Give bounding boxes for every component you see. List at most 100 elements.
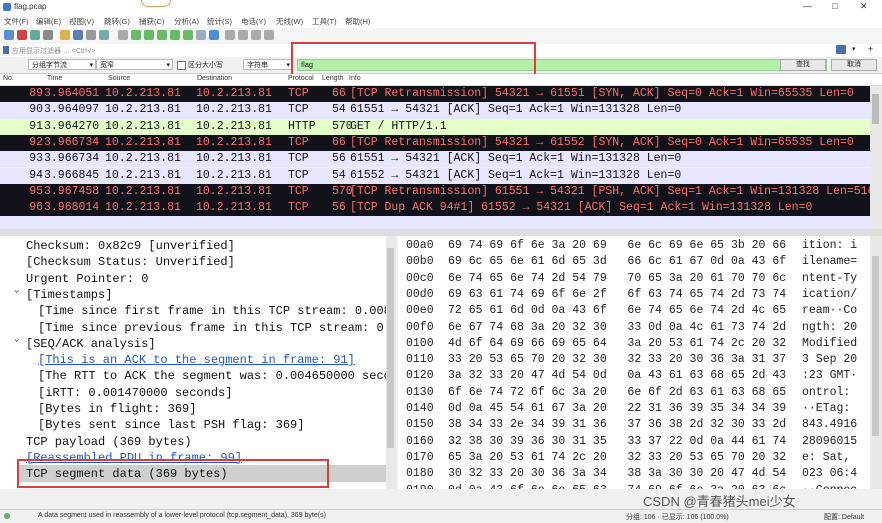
detail-line[interactable]: [SEQ/ACK analysis]	[26, 336, 156, 352]
close-icon[interactable]: ✕	[860, 1, 868, 12]
menu-statistics[interactable]: 统计(S)	[207, 16, 232, 27]
detail-line[interactable]: [Timestamps]	[26, 287, 112, 303]
find-packet-icon[interactable]	[118, 30, 128, 40]
last-packet-icon[interactable]	[183, 30, 193, 40]
bytes-row[interactable]: 0190 0d 0a 43 6f 6e 6e 65 63 74 69 6f 6e …	[398, 483, 882, 490]
column-time[interactable]: Time	[47, 75, 62, 82]
bytes-row[interactable]: 0160 32 38 30 39 36 30 31 35 33 37 22 0d …	[398, 434, 882, 450]
detail-line[interactable]: [Bytes in flight: 369]	[38, 401, 196, 417]
expand-arrow-icon[interactable]: ⌄	[14, 285, 19, 295]
menu-go[interactable]: 跳转(G)	[104, 16, 130, 27]
packet-row[interactable]: 90 3.964097 10.2.213.81 10.2.213.81 TCP 54 615…	[0, 102, 870, 119]
go-forward-icon[interactable]	[144, 30, 154, 40]
packet-row[interactable]: 96 3.968014 10.2.213.81 10.2.213.81 TCP 56 [TC…	[0, 200, 870, 217]
charset-select[interactable]: 宽窄 ▾	[96, 59, 173, 70]
search-type-select[interactable]: 字符串 ▾	[243, 59, 293, 70]
bytes-row[interactable]: 0170 65 3a 20 53 61 74 2c 20 32 33 20 53 …	[398, 450, 882, 466]
restart-capture-icon[interactable]	[30, 30, 40, 40]
bytes-row[interactable]: 00b0 69 6c 65 6e 61 6d 65 3d 66 6c 61 67 …	[398, 254, 882, 270]
detail-line[interactable]: [Time since previous frame in this TCP s…	[38, 320, 386, 336]
packet-list-scrollbar[interactable]	[870, 86, 882, 229]
menu-edit[interactable]: 编辑(E)	[36, 16, 61, 27]
options-icon[interactable]	[43, 30, 53, 40]
reload-icon[interactable]	[99, 30, 109, 40]
column-source[interactable]: Source	[108, 75, 130, 82]
bytes-row[interactable]: 0120 3a 32 33 20 47 4d 54 0d 0a 43 61 63 …	[398, 368, 882, 384]
packet-row[interactable]: 89 3.964051 10.2.213.81 10.2.213.81 TCP 66 [TC…	[0, 86, 870, 103]
profile-label[interactable]: 配置: Default	[824, 512, 864, 522]
scroll-thumb[interactable]	[387, 248, 394, 448]
close-file-icon[interactable]	[86, 30, 96, 40]
display-filter-input[interactable]: 应用显示过滤器 … <Ctrl-/>	[12, 46, 95, 56]
start-capture-icon[interactable]	[4, 30, 14, 40]
menu-telephony[interactable]: 电话(Y)	[241, 16, 266, 27]
packet-row[interactable]: 91 3.964270 10.2.213.81 10.2.213.81 HTTP 570 G…	[0, 118, 870, 135]
add-filter-button-icon[interactable]: +	[868, 44, 873, 54]
detail-line[interactable]: Urgent Pointer: 0	[26, 271, 148, 287]
column-protocol[interactable]: Protocol	[288, 75, 314, 82]
detail-line[interactable]: [This is an ACK to the segment in frame:…	[38, 352, 355, 368]
menu-file[interactable]: 文件(F)	[4, 16, 29, 27]
details-scrollbar[interactable]	[386, 236, 396, 489]
column-no[interactable]: No.	[3, 75, 14, 82]
minimize-icon[interactable]: —	[803, 1, 812, 11]
menu-wireless[interactable]: 无线(W)	[276, 16, 303, 27]
save-file-icon[interactable]	[73, 30, 83, 40]
filter-dropdown-icon[interactable]: ▾	[852, 45, 856, 53]
bytes-row[interactable]: 0110 33 20 53 65 70 20 32 30 32 33 20 30 …	[398, 352, 882, 368]
detail-line[interactable]: [Bytes sent since last PSH flag: 369]	[38, 417, 304, 433]
packet-row[interactable]: 92 3.966734 10.2.213.81 10.2.213.81 TCP 66 [TC…	[0, 134, 870, 152]
menu-help[interactable]: 帮助(H)	[345, 16, 370, 27]
bytes-row[interactable]: 00c0 6e 74 65 6e 74 2d 54 79 70 65 3a 20 …	[398, 271, 882, 287]
column-destination[interactable]: Destination	[197, 75, 232, 82]
detail-line[interactable]: [Time since first frame in this TCP stre…	[38, 303, 386, 319]
colorize-icon[interactable]	[209, 30, 219, 40]
packet-row[interactable]: 94 3.966845 10.2.213.81 10.2.213.81 TCP 54 615…	[0, 167, 870, 184]
go-to-packet-icon[interactable]	[157, 30, 167, 40]
menu-tools[interactable]: 工具(T)	[312, 16, 337, 27]
open-file-icon[interactable]	[60, 30, 70, 40]
bytes-row[interactable]: 0140 0d 0a 45 54 61 67 3a 20 22 31 36 39 …	[398, 401, 882, 417]
go-back-icon[interactable]	[131, 30, 141, 40]
packet-row[interactable]: 95 3.967458 10.2.213.81 10.2.213.81 TCP 570 [T…	[0, 183, 870, 201]
zoom-reset-icon[interactable]	[251, 30, 261, 40]
packet-row-partial[interactable]	[0, 216, 870, 229]
column-info[interactable]: Info	[349, 75, 361, 82]
detail-line[interactable]: [Checksum Status: Unverified]	[26, 254, 235, 270]
bytes-row[interactable]: 0100 4d 6f 64 69 66 69 65 64 3a 20 53 61 …	[398, 336, 882, 352]
zoom-in-icon[interactable]	[225, 30, 235, 40]
apply-filter-icon[interactable]	[836, 45, 846, 54]
bytes-row[interactable]: 00e0 72 65 61 6d 0d 0a 43 6f 6e 74 65 6e …	[398, 303, 882, 319]
stop-capture-icon[interactable]	[17, 30, 27, 40]
zoom-out-icon[interactable]	[238, 30, 248, 40]
packet-row[interactable]: 93 3.966734 10.2.213.81 10.2.213.81 TCP 56 615…	[0, 151, 870, 168]
maximize-icon[interactable]: □	[832, 1, 837, 11]
bytes-row[interactable]: 0130 6f 6e 74 72 6f 6c 3a 20 6e 6f 2d 63 …	[398, 385, 882, 401]
bytes-row[interactable]: 00a0 69 74 69 6f 6e 3a 20 69 6e 6c 69 6e …	[398, 238, 882, 254]
detail-line[interactable]: TCP payload (369 bytes)	[26, 434, 192, 450]
scroll-thumb[interactable]	[872, 94, 879, 124]
menu-analyze[interactable]: 分析(A)	[174, 16, 199, 27]
cancel-button[interactable]: 取消	[831, 59, 877, 71]
detail-line[interactable]: [iRTT: 0.001470000 seconds]	[38, 385, 232, 401]
pane-divider[interactable]	[0, 229, 882, 236]
search-in-select[interactable]: 分组字节流 ▾	[28, 59, 96, 70]
bookmark-icon[interactable]	[3, 46, 9, 54]
find-button[interactable]: 查找	[780, 59, 826, 71]
bytes-scrollbar[interactable]	[870, 236, 882, 489]
first-packet-icon[interactable]	[170, 30, 180, 40]
bytes-row[interactable]: 00d0 69 63 61 74 69 6f 6e 2f 6f 63 74 65 …	[398, 287, 882, 303]
bytes-row[interactable]: 0180 30 32 33 20 30 36 3a 34 38 3a 30 30 …	[398, 466, 882, 482]
scroll-thumb[interactable]	[872, 256, 879, 436]
bytes-row[interactable]: 00f0 6e 67 74 68 3a 20 32 30 33 0d 0a 4c …	[398, 320, 882, 336]
menu-capture[interactable]: 捕获(C)	[139, 16, 164, 27]
autoscroll-icon[interactable]	[196, 30, 206, 40]
detail-line[interactable]: [The RTT to ACK the segment was: 0.00465…	[38, 368, 386, 384]
expand-arrow-icon[interactable]: ⌄	[14, 334, 19, 344]
detail-line[interactable]: Checksum: 0x82c9 [unverified]	[26, 238, 235, 254]
case-sensitive-checkbox[interactable]	[177, 61, 186, 70]
column-length[interactable]: Length	[322, 75, 343, 82]
menu-view[interactable]: 视图(V)	[69, 16, 94, 27]
resize-columns-icon[interactable]	[264, 30, 274, 40]
bytes-row[interactable]: 0150 38 34 33 2e 34 39 31 36 37 36 38 2d …	[398, 417, 882, 433]
